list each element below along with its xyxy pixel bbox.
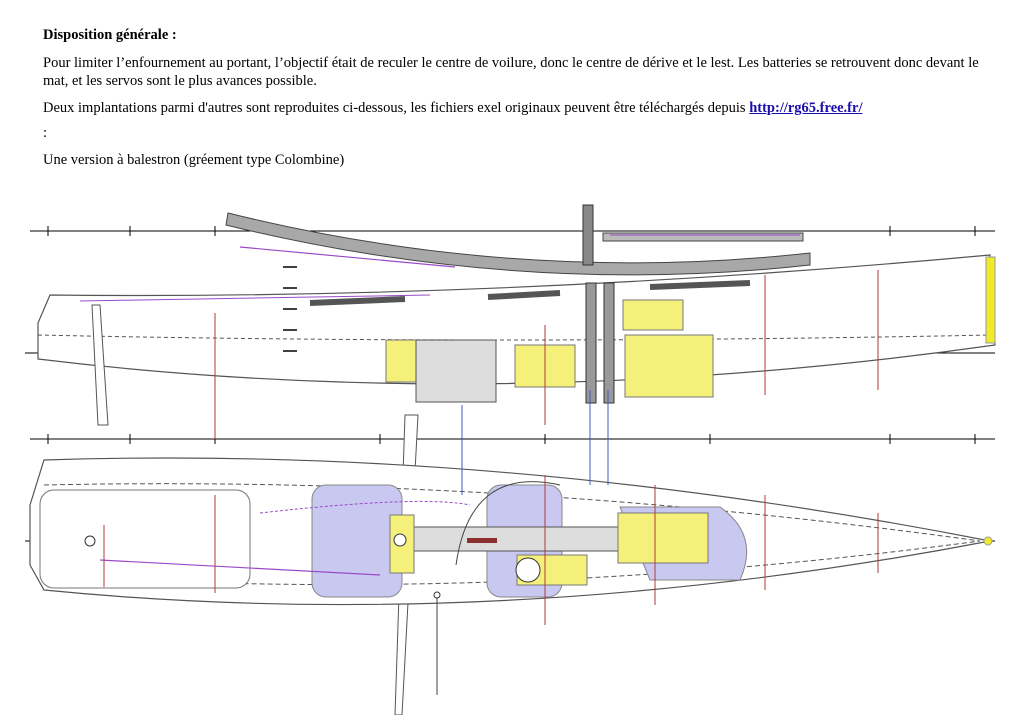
- paragraph-download-text: Deux implantations parmi d'autres sont r…: [43, 100, 750, 116]
- top-view: [29, 390, 993, 695]
- section-heading: Disposition générale :: [43, 27, 177, 43]
- download-link[interactable]: http://rg65.free.fr/: [749, 100, 862, 116]
- battery-block-1: [385, 339, 417, 383]
- colon-line: :: [43, 125, 48, 141]
- battery-block-4: [624, 334, 714, 398]
- document-body: Disposition générale : Pour limiter l’en…: [43, 26, 1003, 178]
- mast: [582, 204, 594, 266]
- paragraph-intro: Pour limiter l’enfournement au portant, …: [43, 55, 979, 89]
- servo-area-1: [311, 484, 403, 598]
- winch-drum: [515, 557, 541, 583]
- boom: [225, 212, 811, 276]
- rear-hatch: [39, 489, 251, 589]
- bow-fender: [985, 256, 996, 344]
- figure-caption: Une version à balestron (gréement type C…: [43, 152, 345, 168]
- ballast-box: [415, 339, 497, 403]
- paragraph-download: Deux implantations parmi d'autres sont r…: [43, 99, 1003, 117]
- mast-step-bar: [389, 526, 641, 552]
- battery-block-top-3: [617, 512, 709, 564]
- battery-block-3: [622, 299, 684, 331]
- boat-layout-drawing: [25, 204, 996, 715]
- bow-point: [983, 536, 993, 546]
